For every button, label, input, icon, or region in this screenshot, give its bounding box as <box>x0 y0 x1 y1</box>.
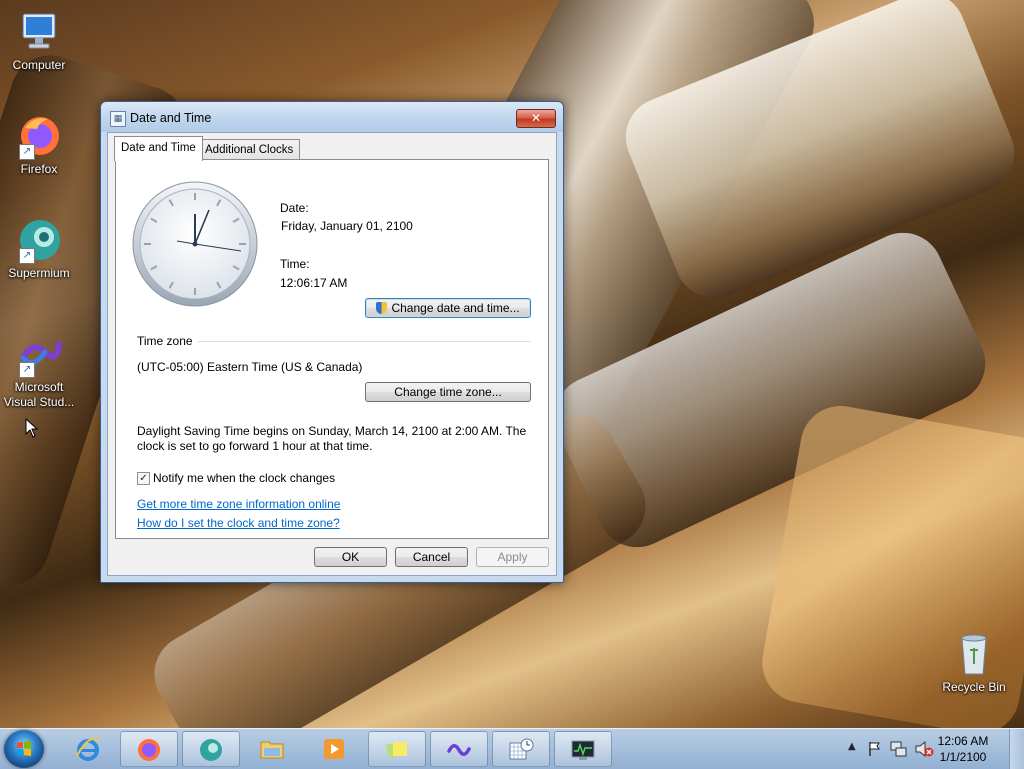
desktop-icon-label: Microsoft Visual Stud... <box>3 380 75 409</box>
show-desktop-button[interactable] <box>1009 729 1024 769</box>
visual-studio-icon: ↗ <box>15 330 63 378</box>
network-icon[interactable] <box>890 740 908 758</box>
recycle-bin-icon <box>950 630 998 678</box>
notify-checkbox-label[interactable]: Notify me when the clock changes <box>153 471 335 485</box>
system-monitor-icon <box>571 740 595 760</box>
notify-checkbox[interactable]: ✓ <box>137 472 150 485</box>
shortcut-arrow-icon: ↗ <box>19 362 35 378</box>
shortcut-arrow-icon: ↗ <box>19 248 35 264</box>
mouse-cursor-icon <box>25 418 39 438</box>
tab-label: Additional Clocks <box>205 144 294 156</box>
windows-logo-icon <box>17 741 31 756</box>
dst-text-line2: clock is set to go forward 1 hour at tha… <box>137 439 373 453</box>
date-time-icon: ▦ <box>110 111 126 127</box>
tab-date-and-time[interactable]: Date and Time <box>114 136 203 161</box>
start-button[interactable] <box>4 730 44 768</box>
time-label: Time: <box>280 257 310 271</box>
desktop-icon-supermium[interactable]: ↗ Supermium <box>1 216 77 281</box>
taskbar-firefox[interactable] <box>120 731 178 767</box>
system-tray: ▲ 12:06 AM 1/1/2100 <box>834 729 1024 769</box>
sticky-notes-icon <box>385 741 407 759</box>
tab-panel: Date: Friday, January 01, 2100 Time: 12:… <box>115 159 549 539</box>
supermium-icon: ↗ <box>15 216 63 264</box>
taskbar-date-time[interactable] <box>492 731 550 767</box>
button-label: Apply <box>497 550 528 564</box>
desktop-icon-visual-studio[interactable]: ↗ Microsoft Visual Stud... <box>1 330 77 410</box>
analog-clock <box>132 181 258 307</box>
button-label: Change date and time... <box>391 301 520 315</box>
taskbar-visual-studio[interactable] <box>430 731 488 767</box>
taskbar: ▲ 12:06 AM 1/1/2100 <box>0 728 1024 769</box>
desktop-icon-computer[interactable]: Computer <box>1 8 77 73</box>
apply-button[interactable]: Apply <box>476 547 549 567</box>
desktop-icon-label: Firefox <box>20 162 58 176</box>
tab-additional-clocks[interactable]: Additional Clocks <box>198 139 301 160</box>
date-value: Friday, January 01, 2100 <box>281 219 413 233</box>
internet-explorer-icon <box>76 737 101 761</box>
change-timezone-button[interactable]: Change time zone... <box>365 382 531 402</box>
visual-studio-icon <box>447 744 471 756</box>
desktop-icon-label: Computer <box>12 58 66 72</box>
taskbar-supermium[interactable] <box>182 731 240 767</box>
action-center-flag-icon[interactable] <box>868 741 882 757</box>
link-how-set-clock[interactable]: How do I set the clock and time zone? <box>137 516 340 530</box>
timezone-heading: Time zone <box>137 334 193 348</box>
show-hidden-icons-icon[interactable]: ▲ <box>848 741 856 752</box>
taskbar-clock-time[interactable]: 12:06 AM <box>928 734 998 748</box>
button-label: Change time zone... <box>394 385 502 399</box>
dialog-title: Date and Time <box>130 111 212 125</box>
media-player-icon <box>324 739 344 759</box>
ok-button[interactable]: OK <box>314 547 387 567</box>
taskbar-sticky-notes[interactable] <box>368 731 426 767</box>
cancel-button[interactable]: Cancel <box>395 547 468 567</box>
firefox-icon: ↗ <box>15 112 63 160</box>
dialog-titlebar[interactable]: ▦ Date and Time ✕ <box>101 102 563 132</box>
uac-shield-icon <box>376 302 388 314</box>
date-label: Date: <box>280 201 309 215</box>
calendar-clock-icon <box>509 738 534 760</box>
timezone-separator <box>198 341 531 342</box>
button-label: OK <box>341 550 360 564</box>
desktop-icon-label: Supermium <box>8 266 70 280</box>
tab-label: Date and Time <box>121 142 196 154</box>
taskbar-internet-explorer[interactable] <box>60 731 118 767</box>
folder-icon <box>260 741 284 759</box>
dst-text-line1: Daylight Saving Time begins on Sunday, M… <box>137 424 527 438</box>
dialog-client: Date and Time Additional Clocks Date: Fr… <box>107 132 557 576</box>
taskbar-file-explorer[interactable] <box>244 731 302 767</box>
timezone-value: (UTC-05:00) Eastern Time (US & Canada) <box>137 360 363 374</box>
firefox-icon <box>138 739 160 761</box>
button-label: Cancel <box>412 550 451 564</box>
desktop-icon-recycle-bin[interactable]: Recycle Bin <box>936 630 1012 695</box>
close-icon: ✕ <box>530 111 542 125</box>
taskbar-system-monitor[interactable] <box>554 731 612 767</box>
computer-icon <box>15 8 63 56</box>
taskbar-media-player[interactable] <box>306 731 364 767</box>
time-value: 12:06:17 AM <box>280 276 348 290</box>
desktop-icon-firefox[interactable]: ↗ Firefox <box>1 112 77 177</box>
change-date-time-button[interactable]: Change date and time... <box>365 298 531 318</box>
date-time-dialog: ▦ Date and Time ✕ Date and Time Addition… <box>100 101 564 583</box>
close-button[interactable]: ✕ <box>516 109 556 128</box>
supermium-icon <box>200 739 222 761</box>
taskbar-clock-date[interactable]: 1/1/2100 <box>928 750 998 764</box>
link-more-timezone-info[interactable]: Get more time zone information online <box>137 497 340 511</box>
shortcut-arrow-icon: ↗ <box>19 144 35 160</box>
desktop-icon-label: Recycle Bin <box>942 680 1006 694</box>
